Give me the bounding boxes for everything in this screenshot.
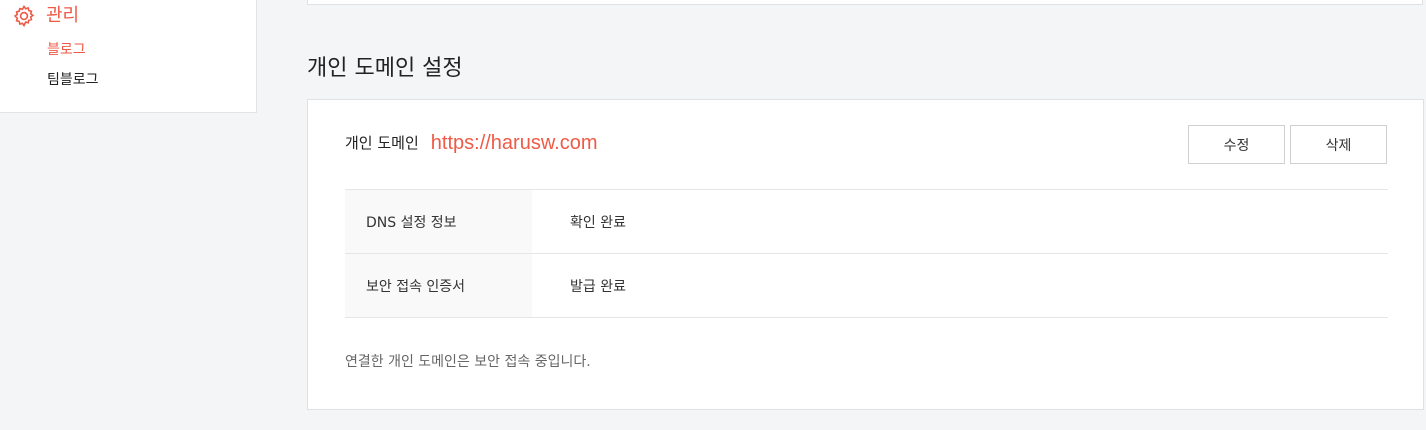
sidebar-item-teamblog[interactable]: 팀블로그 (47, 70, 99, 90)
gear-icon (12, 4, 36, 28)
domain-label: 개인 도메인 (345, 134, 419, 152)
info-value: 확인 완료 (570, 214, 626, 231)
domain-info-table: DNS 설정 정보 확인 완료 보안 접속 인증서 발급 완료 (345, 189, 1388, 318)
previous-section-panel (307, 0, 1423, 5)
info-label: DNS 설정 정보 (345, 190, 532, 253)
domain-link[interactable]: https://harusw.com (431, 130, 598, 156)
info-row-dns: DNS 설정 정보 확인 완료 (345, 190, 1388, 254)
delete-button[interactable]: 삭제 (1290, 125, 1387, 164)
page: 관리 블로그 팀블로그 개인 도메인 설정 개인 도메인 https://har… (0, 0, 1426, 430)
page-title: 개인 도메인 설정 (307, 56, 463, 81)
sidebar-section-label: 관리 (46, 5, 80, 26)
status-note: 연결한 개인 도메인은 보안 접속 중입니다. (345, 354, 591, 370)
sidebar-section-manage[interactable]: 관리 (12, 4, 79, 28)
info-label: 보안 접속 인증서 (345, 254, 532, 317)
domain-settings-card: 개인 도메인 https://harusw.com 수정 삭제 DNS 설정 정… (307, 99, 1424, 410)
info-value: 발급 완료 (570, 278, 626, 295)
info-row-ssl: 보안 접속 인증서 발급 완료 (345, 254, 1388, 318)
edit-button[interactable]: 수정 (1188, 125, 1285, 164)
sidebar-item-blog[interactable]: 블로그 (47, 40, 86, 60)
domain-row: 개인 도메인 https://harusw.com (345, 130, 598, 156)
sidebar: 관리 블로그 팀블로그 (0, 0, 257, 113)
